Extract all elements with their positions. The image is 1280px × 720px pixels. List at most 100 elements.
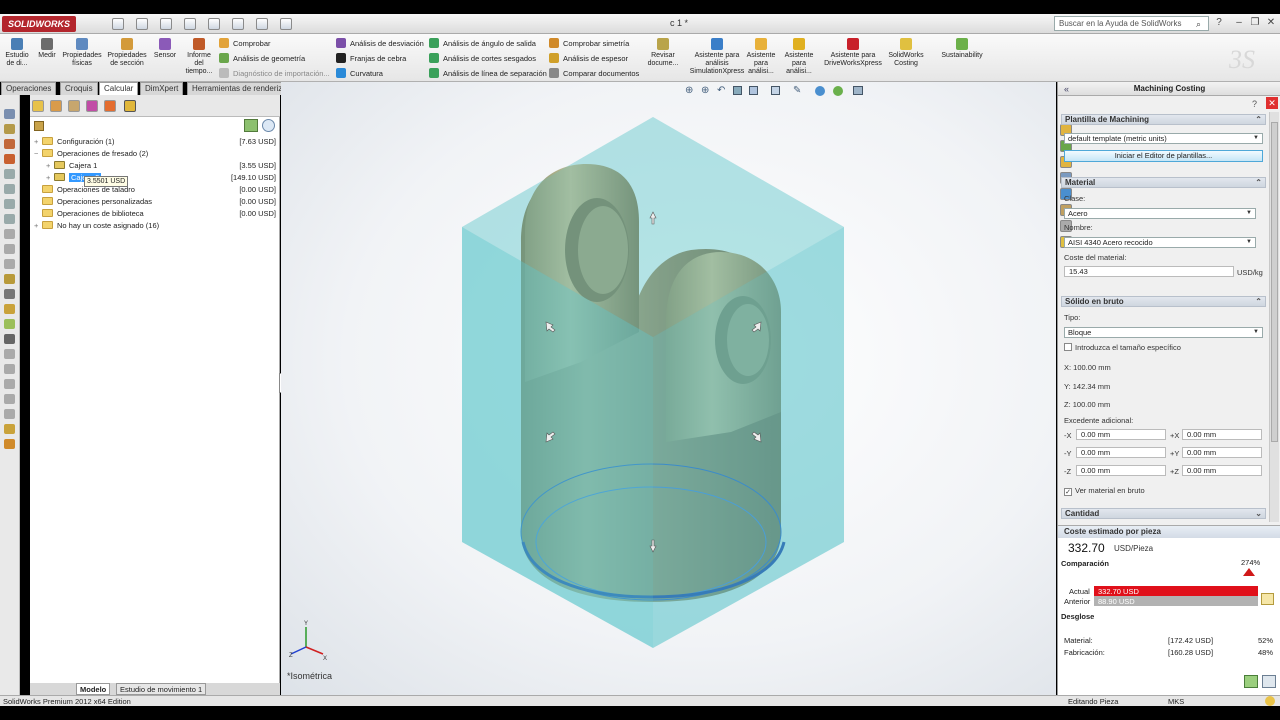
feature-tree-tab-icon[interactable] <box>32 100 44 112</box>
collapse-icon[interactable]: ⌃ <box>1255 178 1262 188</box>
left-tool-icon[interactable] <box>4 169 15 179</box>
new-icon[interactable] <box>112 18 124 30</box>
clock-icon[interactable] <box>262 119 275 132</box>
tree-row[interactable]: − Operaciones de fresado (2) <box>34 148 278 160</box>
rebuild-status-icon[interactable] <box>1265 696 1275 706</box>
checkbox-unchecked[interactable] <box>1064 343 1072 351</box>
template-section-header[interactable]: Plantilla de Machining ⌃ <box>1061 114 1266 125</box>
left-tool-icon[interactable] <box>4 424 15 434</box>
excess-input[interactable]: 0.00 mm <box>1076 429 1166 440</box>
expand-toggle-icon[interactable]: + <box>46 160 54 172</box>
tab-croquis[interactable]: Croquis <box>60 82 98 95</box>
open-icon[interactable] <box>136 18 148 30</box>
left-tool-icon[interactable] <box>4 229 15 239</box>
configuration-manager-tab-icon[interactable] <box>68 100 80 112</box>
graphics-area[interactable]: ⊕ ⊕ ↶ ✎ Z X Y *Isométrica <box>281 82 1056 695</box>
left-tool-icon[interactable] <box>4 409 15 419</box>
tree-row[interactable]: + Cajera 1 [3.55 USD] <box>34 160 278 172</box>
ribbon-item-deviation[interactable]: Análisis de desviación <box>336 38 424 48</box>
ribbon-button-mass-properties[interactable]: Propiedades físicas <box>60 38 104 68</box>
ribbon-item-undercut[interactable]: Análisis de cortes sesgados <box>429 53 536 63</box>
ribbon-button-costing[interactable]: SolidWorks Costing <box>884 38 928 68</box>
restore-button[interactable]: ❐ <box>1248 17 1262 30</box>
ribbon-item-parting-line[interactable]: Análisis de línea de separación <box>429 68 547 78</box>
left-tool-icon[interactable] <box>4 259 15 269</box>
save-icon[interactable] <box>160 18 172 30</box>
template-select[interactable]: default template (metric units) ▼ <box>1064 133 1263 144</box>
dimxpert-tab-icon[interactable] <box>86 100 98 112</box>
expand-icon[interactable]: ⌄ <box>1255 509 1262 519</box>
left-tool-icon[interactable] <box>4 139 15 149</box>
ribbon-button-floxpress[interactable]: Asistente para análisi... <box>746 38 776 76</box>
tab-calcular[interactable]: Calcular <box>99 82 139 95</box>
left-tool-icon[interactable] <box>4 199 15 209</box>
search-icon[interactable]: ⌕ <box>1196 19 1201 30</box>
ribbon-button-check-document[interactable]: Revisar docume... <box>644 38 682 68</box>
save-costing-icon[interactable] <box>1262 675 1276 688</box>
left-tool-icon[interactable] <box>4 394 15 404</box>
collapse-icon[interactable]: ⌃ <box>1255 297 1262 307</box>
ribbon-button-statistics[interactable]: Informe del tiempo... <box>184 38 214 76</box>
material-cost-input[interactable]: 15.43 <box>1064 266 1234 277</box>
left-tool-icon[interactable] <box>4 319 15 329</box>
close-window-button[interactable]: ✕ <box>1264 17 1278 30</box>
help-icon[interactable]: ? <box>1212 17 1226 30</box>
ribbon-button-driveworks[interactable]: Asistente para DriveWorksXpress <box>822 38 884 68</box>
select-icon[interactable] <box>232 18 244 30</box>
excess-input[interactable]: 0.00 mm <box>1182 447 1262 458</box>
solidworks-logo[interactable]: SOLIDWORKS <box>2 16 76 32</box>
left-tool-icon[interactable] <box>4 289 15 299</box>
ribbon-item-symmetry[interactable]: Comprobar simetría <box>549 38 629 48</box>
left-tool-icon[interactable] <box>4 109 15 119</box>
tab-scroll-arrows[interactable] <box>30 685 74 693</box>
help-search-input[interactable]: Buscar en la Ayuda de SolidWorks <box>1054 16 1209 31</box>
left-tool-icon[interactable] <box>4 334 15 344</box>
set-baseline-icon[interactable] <box>1261 593 1274 605</box>
stock-section-header[interactable]: Sólido en bruto ⌃ <box>1061 296 1266 307</box>
tree-row[interactable]: Operaciones de taladro [0.00 USD] <box>34 184 278 196</box>
ribbon-item-thickness[interactable]: Análisis de espesor <box>549 53 628 63</box>
expand-toggle-icon[interactable]: + <box>46 172 54 184</box>
left-tool-icon[interactable] <box>4 214 15 224</box>
print-icon[interactable] <box>184 18 196 30</box>
stock-type-select[interactable]: Bloque ▼ <box>1064 327 1263 338</box>
task-pane-scrollbar[interactable] <box>1269 112 1279 522</box>
checkbox-checked[interactable]: ✓ <box>1064 488 1072 496</box>
material-class-select[interactable]: Acero ▼ <box>1064 208 1256 219</box>
tree-row[interactable]: + Configuración (1) [7.63 USD] <box>34 136 278 148</box>
property-manager-tab-icon[interactable] <box>50 100 62 112</box>
excess-input[interactable]: 0.00 mm <box>1076 447 1166 458</box>
left-tool-icon[interactable] <box>4 124 15 134</box>
help-icon[interactable]: ? <box>1252 99 1257 109</box>
refresh-costing-icon[interactable] <box>244 119 258 132</box>
tab-motion-study[interactable]: Estudio de movimiento 1 <box>116 683 207 695</box>
tree-row[interactable]: +Cajera 2[149.10 USD] <box>34 172 278 184</box>
ribbon-button-sustainability[interactable]: Sustainability <box>936 38 988 60</box>
left-tool-icon[interactable] <box>4 349 15 359</box>
close-pane-button[interactable]: ✕ <box>1266 97 1278 109</box>
left-tool-icon[interactable] <box>4 274 15 284</box>
ribbon-item-zebra[interactable]: Franjas de cebra <box>336 53 406 63</box>
generate-report-icon[interactable] <box>1244 675 1258 688</box>
scrollbar-thumb[interactable] <box>1271 122 1278 442</box>
quantity-section-header[interactable]: Cantidad ⌄ <box>1061 508 1266 519</box>
excess-input[interactable]: 0.00 mm <box>1076 465 1166 476</box>
excess-input[interactable]: 0.00 mm <box>1182 429 1262 440</box>
left-tool-icon[interactable] <box>4 439 15 449</box>
material-section-header[interactable]: Material ⌃ <box>1061 177 1266 188</box>
ribbon-button-design-study[interactable]: Estudio de di... <box>2 38 32 68</box>
ribbon-button-measure[interactable]: Medir <box>36 38 58 60</box>
specific-size-checkbox[interactable]: Introduzca el tamaño específico <box>1064 343 1181 352</box>
left-tool-icon[interactable] <box>4 304 15 314</box>
show-stock-checkbox[interactable]: ✓ Ver material en bruto <box>1064 486 1145 496</box>
options-icon[interactable] <box>280 18 292 30</box>
left-tool-icon[interactable] <box>4 184 15 194</box>
left-tool-icon[interactable] <box>4 364 15 374</box>
material-name-select[interactable]: AISI 4340 Acero recocido ▼ <box>1064 237 1256 248</box>
ribbon-button-sensor[interactable]: Sensor <box>152 38 178 60</box>
ribbon-item-curvature[interactable]: Curvatura <box>336 68 383 78</box>
left-tool-icon[interactable] <box>4 244 15 254</box>
model-3d-view[interactable]: Z X Y <box>281 82 1056 695</box>
expand-toggle-icon[interactable]: + <box>34 136 42 148</box>
rebuild-icon[interactable] <box>256 18 268 30</box>
